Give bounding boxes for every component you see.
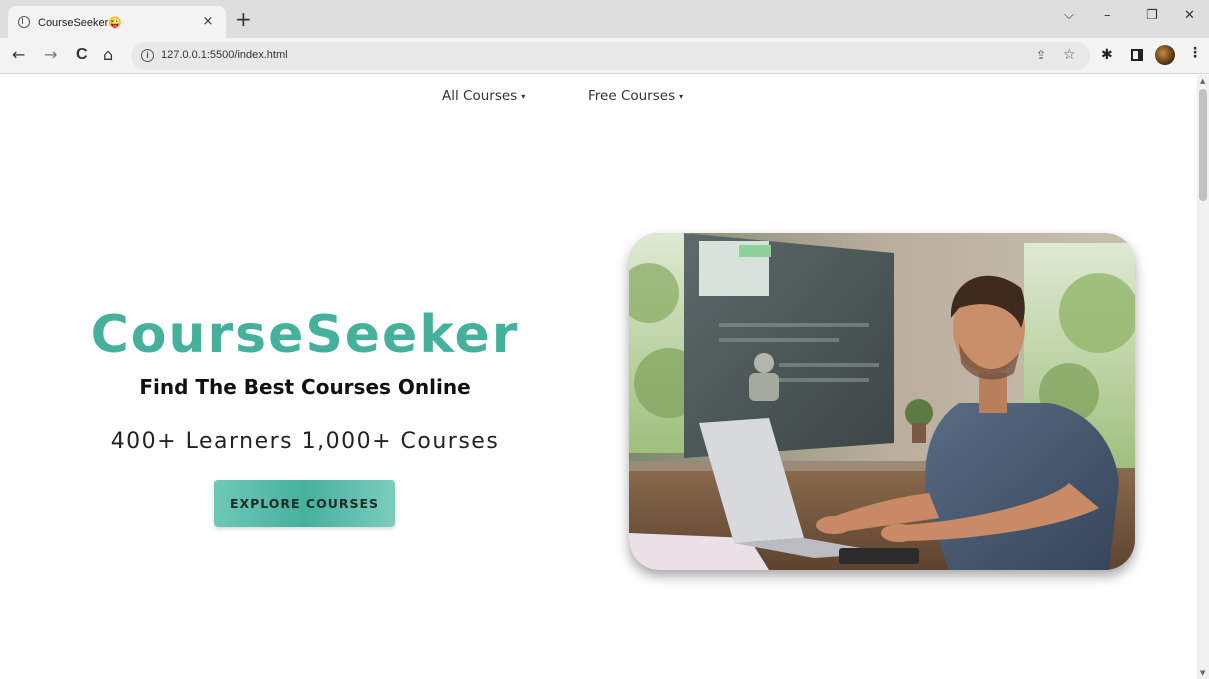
restore-button[interactable]: ❐	[1146, 8, 1158, 24]
nav-free-courses[interactable]: Free Courses ▾	[588, 88, 683, 104]
nav-free-courses-label: Free Courses	[588, 88, 676, 104]
tab-search-icon[interactable]: ⌵	[1064, 8, 1074, 24]
minimize-button[interactable]: –	[1104, 8, 1111, 24]
url-text[interactable]: 127.0.0.1:5500/index.html	[161, 49, 288, 61]
new-tab-button[interactable]: +	[235, 9, 252, 29]
profile-avatar[interactable]	[1155, 45, 1175, 65]
forward-button[interactable]: →	[44, 46, 57, 64]
reload-button[interactable]: C	[76, 46, 88, 64]
bookmark-star-icon[interactable]: ☆	[1063, 47, 1076, 63]
tab-title: CourseSeeker😜	[38, 16, 123, 29]
scroll-up-icon[interactable]: ▲	[1200, 77, 1205, 85]
side-panel-icon[interactable]	[1131, 49, 1143, 61]
scrollbar-thumb[interactable]	[1199, 89, 1207, 201]
back-button[interactable]: ←	[12, 46, 25, 64]
nav-all-courses-label: All Courses	[442, 88, 518, 104]
page-scrollbar[interactable]: ▲ ▼	[1197, 75, 1209, 679]
share-icon[interactable]: ⇪	[1036, 48, 1046, 62]
close-window-button[interactable]: ✕	[1184, 8, 1195, 24]
site-info-icon[interactable]: i	[141, 49, 154, 62]
omnibox[interactable]: i 127.0.0.1:5500/index.html ⇪ ☆	[131, 42, 1090, 70]
caret-down-icon: ▾	[679, 91, 684, 101]
browser-tab[interactable]: CourseSeeker😜 ×	[8, 6, 226, 38]
brand-title: CourseSeeker	[90, 305, 520, 365]
scroll-down-icon[interactable]: ▼	[1200, 669, 1205, 677]
tab-close-icon[interactable]: ×	[200, 14, 216, 30]
browser-menu-icon[interactable]: ⋮	[1188, 45, 1202, 61]
page-viewport: All Courses ▾ Free Courses ▾ CourseSeeker …	[0, 75, 1197, 679]
globe-icon	[18, 16, 30, 28]
home-button[interactable]: ⌂	[103, 46, 113, 64]
browser-tab-bar: CourseSeeker😜 × + ⌵ – ❐ ✕	[0, 0, 1209, 38]
hero-tagline: Find The Best Courses Online	[139, 375, 471, 399]
explore-courses-button[interactable]: EXPLORE COURSES	[214, 480, 395, 527]
hero-image	[629, 233, 1135, 570]
hero-stats: 400+ Learners 1,000+ Courses	[110, 429, 500, 454]
extensions-puzzle-icon[interactable]: ✱	[1101, 46, 1113, 64]
caret-down-icon: ▾	[521, 91, 526, 101]
nav-all-courses[interactable]: All Courses ▾	[442, 88, 525, 104]
address-toolbar: ← → C ⌂ i 127.0.0.1:5500/index.html ⇪ ☆	[0, 38, 1209, 74]
